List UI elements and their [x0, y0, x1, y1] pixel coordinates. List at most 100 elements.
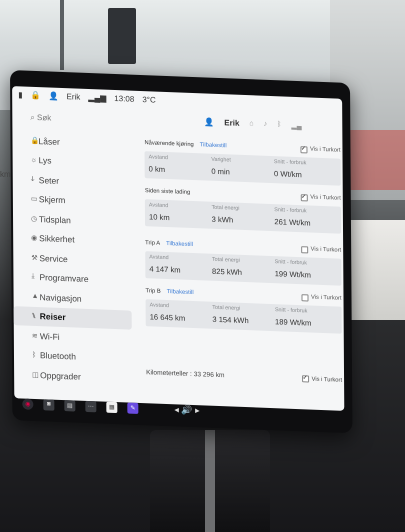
show-in-trip-card-toggle[interactable]: Vis i Turkort: [300, 193, 341, 203]
stat-label: Total energi: [211, 204, 240, 212]
more-icon[interactable]: ⋯: [85, 400, 97, 412]
trip-stats-card: Avstand 10 km Total energi 3 kWh Snitt - for…: [144, 199, 342, 234]
show-label: Vis i Turkort: [310, 294, 342, 302]
odometer-checkbox[interactable]: [301, 375, 309, 383]
show-label: Vis i Turkort: [310, 194, 341, 202]
show-checkbox[interactable]: [299, 145, 307, 153]
status-time: 13:08: [114, 93, 135, 104]
volume-icon[interactable]: ◂ 🔊 ▸: [174, 404, 199, 416]
odometer-row: Kilometerteller : 33 296 km Vis i Turkor…: [146, 369, 342, 384]
stat-value: 10 km: [148, 212, 170, 223]
bluetooth-icon[interactable]: ᛒ: [277, 121, 281, 128]
download-icon: ⤓: [31, 273, 35, 281]
show-in-trip-card-toggle[interactable]: Vis i Turkort: [300, 293, 342, 303]
stat-label: Snitt - forbruk: [273, 159, 307, 167]
odometer-show-label: Vis i Turkort: [311, 376, 343, 384]
stat-cell: Total energi 3 kWh: [212, 205, 275, 228]
show-label: Vis i Turkort: [310, 246, 342, 254]
stat-label: Total energi: [211, 256, 240, 264]
stat-label: Snitt - forbruk: [274, 307, 308, 315]
trip-section: Nåværende kjøring Tilbakestill Vis i Turko…: [144, 137, 341, 186]
signal-icon: ▂▄: [291, 122, 302, 130]
stat-label: Total energi: [212, 304, 241, 312]
trip-section: Siden siste lading Vis i Turkort Avstand 10…: [144, 185, 342, 234]
bell-icon[interactable]: ♪: [264, 121, 268, 128]
trip-section: Trip B Tilbakestill Vis i Turkort Avstand 16…: [145, 285, 342, 334]
touchscreen: ▮ 🔒 👤 Erik ▂▄▆ 13:08 3°C ⌕ Søk 🔒 Låser ☼ Ly…: [10, 70, 353, 434]
wall-marking: [346, 130, 405, 190]
bluetooth-icon: ᛒ: [31, 351, 37, 359]
stat-value: 16 645 km: [149, 312, 186, 323]
sidebar-list: 🔒 Låser ☼ Lys ↆ Seter ▭ Skjerm ◷ Tidsplan ◉ Sikkerh…: [12, 130, 132, 388]
stat-cell: Avstand 0 km: [149, 154, 212, 177]
search-field[interactable]: ⌕ Søk: [30, 113, 110, 130]
clock-icon: ◷: [31, 215, 38, 223]
show-in-trip-card-toggle[interactable]: Vis i Turkort: [299, 145, 341, 155]
media-icon[interactable]: ▤: [64, 399, 76, 412]
stat-value: 189 Wt/km: [274, 317, 312, 328]
stat-cell: Varighet 0 min: [211, 157, 274, 180]
radio-icon[interactable]: ◉: [22, 397, 34, 410]
edge-text: km: [0, 170, 11, 179]
reset-link[interactable]: Tilbakestill: [200, 142, 227, 149]
show-checkbox[interactable]: [300, 193, 308, 201]
section-title: Nåværende kjøring: [144, 140, 194, 149]
lock-icon: 🔒: [30, 90, 41, 100]
trip-section: Trip A Tilbakestill Vis i Turkort Avstand 4 …: [145, 237, 342, 286]
wrench-icon: ⚒: [31, 254, 38, 262]
car-icon: ▮: [18, 89, 23, 99]
calendar-icon[interactable]: ▦: [106, 401, 118, 413]
odometer-show-toggle[interactable]: Vis i Turkort: [301, 375, 343, 384]
search-icon: ⌕: [30, 112, 35, 122]
stat-label: Avstand: [149, 254, 169, 262]
sidebar-item-label: Service: [39, 252, 68, 264]
stat-cell: Avstand 4 147 km: [149, 254, 212, 277]
stat-cell: Total energi 3 154 kWh: [212, 305, 275, 328]
stat-label: Snitt - forbruk: [274, 259, 307, 267]
stat-value: 261 Wt/km: [274, 217, 311, 228]
reset-link[interactable]: Tilbakestill: [166, 241, 193, 248]
show-checkbox[interactable]: [300, 293, 309, 301]
sidebar-item-label: Bluetooth: [39, 350, 76, 362]
sidebar-item-label: Reiser: [39, 311, 66, 323]
stat-cell: Total energi 825 kWh: [212, 257, 275, 280]
stat-cell: Snitt - forbruk 261 Wt/km: [274, 207, 337, 230]
sidebar-item-label: Oppgrader: [40, 369, 81, 382]
trip-stats-card: Avstand 0 km Varighet 0 min Snitt - forbruk 0…: [144, 151, 341, 186]
show-checkbox[interactable]: [300, 245, 308, 253]
signal-icon: ▂▄▆: [88, 92, 107, 103]
home-icon[interactable]: ⌂: [249, 120, 253, 127]
search-placeholder: Søk: [37, 113, 52, 123]
sidebar-item-label: Wi-Fi: [39, 330, 60, 342]
status-temp: 3°C: [142, 94, 156, 105]
reset-link[interactable]: Tilbakestill: [167, 289, 194, 296]
stat-label: Avstand: [149, 302, 170, 310]
camera-icon[interactable]: ◙: [43, 398, 55, 411]
trip-stats-card: Avstand 16 645 km Total energi 3 154 kWh Sni…: [145, 299, 342, 334]
stat-label: Avstand: [148, 154, 168, 162]
stat-value: 0 km: [148, 164, 166, 174]
bag-icon: ◫: [32, 371, 39, 379]
wifi-icon: ≋: [31, 332, 38, 340]
stat-value: 0 min: [211, 166, 230, 177]
sidebar-item-label: Skjerm: [38, 194, 66, 206]
odometer-label: Kilometerteller : 33 296 km: [146, 369, 225, 380]
profile-name[interactable]: Erik: [224, 118, 239, 128]
stat-value: 825 kWh: [211, 266, 243, 277]
stat-value: 199 Wt/km: [274, 269, 312, 280]
status-user: Erik: [66, 91, 81, 102]
navigation-icon: ▲: [31, 293, 39, 301]
stat-cell: Snitt - forbruk 0 Wt/km: [274, 159, 337, 182]
display-icon: ▭: [30, 196, 38, 204]
stat-label: Snitt - forbruk: [274, 207, 307, 215]
trips-panel: 👤 Erik ⌂ ♪ ᛒ ▂▄ Nåværende kjøring Tilbake…: [144, 113, 342, 411]
seat-icon: ↆ: [30, 175, 35, 183]
stat-label: Avstand: [148, 202, 169, 210]
section-title: Trip A: [145, 240, 161, 247]
stat-cell: Avstand 16 645 km: [150, 302, 213, 325]
sidebar-item-oppgrader[interactable]: ◫ Oppgrader: [14, 364, 132, 388]
show-in-trip-card-toggle[interactable]: Vis i Turkort: [300, 245, 342, 255]
toybox-icon[interactable]: ✎: [127, 402, 139, 414]
sidebar-item-label: Navigasjon: [39, 291, 82, 304]
stat-value: 4 147 km: [149, 264, 181, 275]
